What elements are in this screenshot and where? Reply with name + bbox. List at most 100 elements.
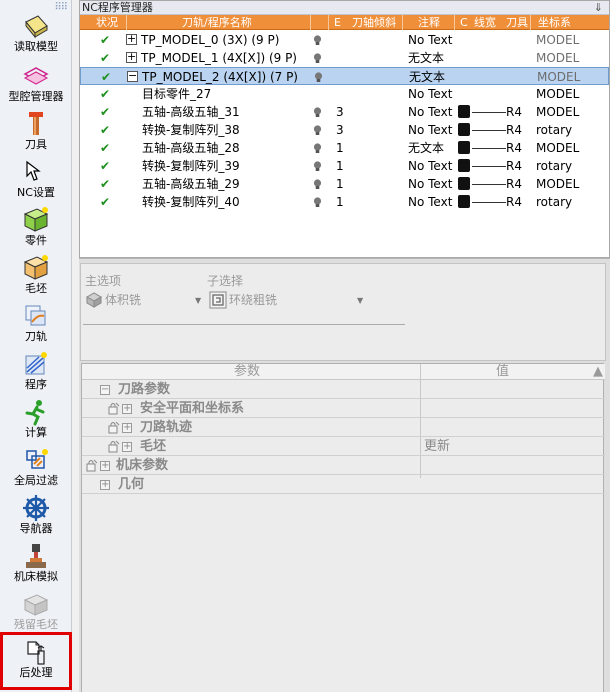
contour-rough-icon bbox=[209, 291, 227, 309]
expand-box-icon[interactable]: − bbox=[100, 385, 110, 395]
visibility-bulb-icon[interactable] bbox=[313, 179, 322, 190]
navigator-label: 导航器 bbox=[19, 522, 53, 535]
global-filter-icon bbox=[26, 449, 48, 469]
navigator-button[interactable]: 导航器 bbox=[0, 494, 72, 542]
nc-table-row[interactable]: ✔ 五轴-高级五轴_31 3 No Text R4 MODEL bbox=[80, 103, 609, 121]
program-button[interactable]: 程序 bbox=[0, 350, 72, 398]
nc-manager-title-bar: NC程序管理器 ⇓ bbox=[80, 1, 609, 15]
program-icon bbox=[25, 352, 47, 375]
post-process-icon bbox=[27, 641, 45, 665]
param-row[interactable]: + 安全平面和坐标系 bbox=[82, 399, 605, 418]
nc-table-row[interactable]: ✔ − TP_MODEL_2 (4X[X]) (7 P) 无文本 MODEL bbox=[80, 67, 609, 85]
pin-icon[interactable]: ⇓ bbox=[594, 1, 603, 14]
row-name: 五轴-高级五轴_28 bbox=[142, 141, 240, 155]
param-row[interactable]: + 几何 bbox=[82, 475, 605, 494]
machine-sim-icon bbox=[26, 544, 46, 568]
tool-label: 刀具 bbox=[25, 138, 47, 151]
nc-table-row[interactable]: ✔ 转换-复制阵列_38 3 No Text R4 rotary bbox=[80, 121, 609, 139]
visibility-bulb-icon[interactable] bbox=[313, 197, 322, 208]
visibility-bulb-icon[interactable] bbox=[314, 72, 323, 83]
nc-table-row[interactable]: ✔ 五轴-高级五轴_28 1 无文本 R4 MODEL bbox=[80, 139, 609, 157]
nc-table-row[interactable]: ✔ 目标零件_27 No Text MODEL bbox=[80, 85, 609, 103]
tool-button[interactable]: 刀具 bbox=[0, 110, 72, 158]
scroll-up-icon[interactable]: ▲ bbox=[593, 364, 603, 380]
expand-box-icon[interactable]: + bbox=[122, 423, 132, 433]
toolpath-button[interactable]: 刀轨 bbox=[0, 302, 72, 350]
row-note: 无文本 bbox=[409, 70, 446, 84]
row-name: 五轴-高级五轴_29 bbox=[142, 177, 240, 191]
expand-box-icon[interactable]: + bbox=[100, 461, 110, 471]
nc-table-row[interactable]: ✔ 转换-复制阵列_39 1 No Text R4 rotary bbox=[80, 157, 609, 175]
machine-sim-button[interactable]: 机床模拟 bbox=[0, 542, 72, 590]
post-process-button[interactable]: 后处理 bbox=[0, 632, 72, 690]
param-name: 机床参数 bbox=[116, 458, 169, 473]
color-swatch[interactable] bbox=[458, 159, 470, 172]
col-parameter[interactable]: 参数 bbox=[234, 364, 260, 380]
visibility-bulb-icon[interactable] bbox=[313, 107, 322, 118]
sub-option-dropdown-icon[interactable]: ▼ bbox=[357, 296, 363, 305]
visibility-bulb-icon[interactable] bbox=[313, 125, 322, 136]
col-c[interactable]: C bbox=[460, 15, 468, 30]
expand-box-icon[interactable]: + bbox=[122, 404, 132, 414]
residual-stock-label: 残留毛坯 bbox=[14, 618, 58, 631]
cavity-manager-label: 型腔管理器 bbox=[8, 90, 64, 103]
col-status[interactable]: 状况 bbox=[96, 15, 118, 30]
status-check-icon: ✔ bbox=[101, 70, 112, 84]
residual-stock-button[interactable]: 残留毛坯 bbox=[0, 590, 72, 638]
expand-box-icon[interactable]: + bbox=[100, 480, 110, 490]
status-check-icon: ✔ bbox=[100, 51, 111, 65]
col-line-width[interactable]: 线宽 bbox=[474, 15, 496, 30]
nc-table-row[interactable]: ✔ 转换-复制阵列_40 1 No Text R4 rotary bbox=[80, 193, 609, 211]
row-note: No Text bbox=[408, 195, 453, 209]
col-name[interactable]: 刀轨/程序名称 bbox=[182, 15, 252, 30]
read-model-button[interactable]: 读取模型 bbox=[0, 12, 72, 60]
program-label: 程序 bbox=[25, 378, 47, 391]
visibility-bulb-icon[interactable] bbox=[313, 53, 322, 64]
tree-expander[interactable]: + bbox=[126, 51, 137, 63]
nc-table-row[interactable]: ✔ 五轴-高级五轴_29 1 No Text R4 MODEL bbox=[80, 175, 609, 193]
cavity-manager-button[interactable]: 型腔管理器 bbox=[0, 62, 72, 110]
color-swatch[interactable] bbox=[458, 195, 470, 208]
grid-header: 参数 值 ▲ bbox=[82, 364, 605, 380]
calculate-button[interactable]: 计算 bbox=[0, 398, 72, 446]
visibility-bulb-icon[interactable] bbox=[313, 161, 322, 172]
expand-box-icon[interactable]: + bbox=[122, 442, 132, 452]
toolpath-icon bbox=[25, 305, 46, 326]
tree-expander[interactable]: − bbox=[127, 70, 138, 82]
color-swatch[interactable] bbox=[458, 177, 470, 190]
nc-table-row[interactable]: ✔ + TP_MODEL_1 (4X[X]) (9 P) 无文本 MODEL bbox=[80, 49, 609, 67]
color-swatch[interactable] bbox=[458, 123, 470, 136]
main-option-dropdown-icon[interactable]: ▼ bbox=[195, 296, 201, 305]
nc-settings-button[interactable]: NC设置 bbox=[0, 158, 72, 206]
part-button[interactable]: 零件 bbox=[0, 206, 72, 254]
main-option-select[interactable]: 体积铣 bbox=[105, 291, 141, 309]
col-coord[interactable]: 坐标系 bbox=[538, 15, 571, 30]
param-row[interactable]: + 机床参数 bbox=[82, 456, 605, 475]
col-e[interactable]: E bbox=[334, 15, 341, 30]
col-value[interactable]: 值 bbox=[496, 364, 509, 380]
param-name: 毛坯 bbox=[140, 439, 167, 454]
sub-option-select[interactable]: 环绕粗铣 bbox=[229, 291, 277, 309]
param-row[interactable]: + 毛坯 更新 bbox=[82, 437, 605, 456]
col-tool[interactable]: 刀具 bbox=[506, 15, 528, 30]
status-check-icon: ✔ bbox=[100, 177, 111, 191]
color-swatch[interactable] bbox=[458, 141, 470, 154]
operation-panel: 主选项 子选择 体积铣 ▼ 环绕粗铣 ▼ 参数 值 ▲ − 刀路参数 + 安全平面和坐… bbox=[79, 258, 610, 692]
line-width-sample bbox=[472, 184, 506, 185]
param-row[interactable]: − 刀路参数 bbox=[82, 380, 605, 399]
visibility-bulb-icon[interactable] bbox=[313, 35, 322, 46]
param-row[interactable]: + 刀路轨迹 bbox=[82, 418, 605, 437]
col-tilt[interactable]: 刀轴倾斜 bbox=[352, 15, 396, 30]
visibility-bulb-icon[interactable] bbox=[313, 143, 322, 154]
row-note: No Text bbox=[408, 87, 453, 101]
toolpath-label: 刀轨 bbox=[25, 330, 47, 343]
nc-table-row[interactable]: ✔ + TP_MODEL_0 (3X) (9 P) No Text MODEL bbox=[80, 31, 609, 49]
color-swatch[interactable] bbox=[458, 105, 470, 118]
stock-button[interactable]: 毛坯 bbox=[0, 254, 72, 302]
part-label: 零件 bbox=[25, 234, 47, 247]
tree-expander[interactable]: + bbox=[126, 33, 137, 45]
param-name: 安全平面和坐标系 bbox=[140, 401, 245, 416]
global-filter-button[interactable]: 全局过滤 bbox=[0, 446, 72, 494]
col-note[interactable]: 注释 bbox=[418, 15, 440, 30]
param-value[interactable]: 更新 bbox=[424, 437, 450, 456]
